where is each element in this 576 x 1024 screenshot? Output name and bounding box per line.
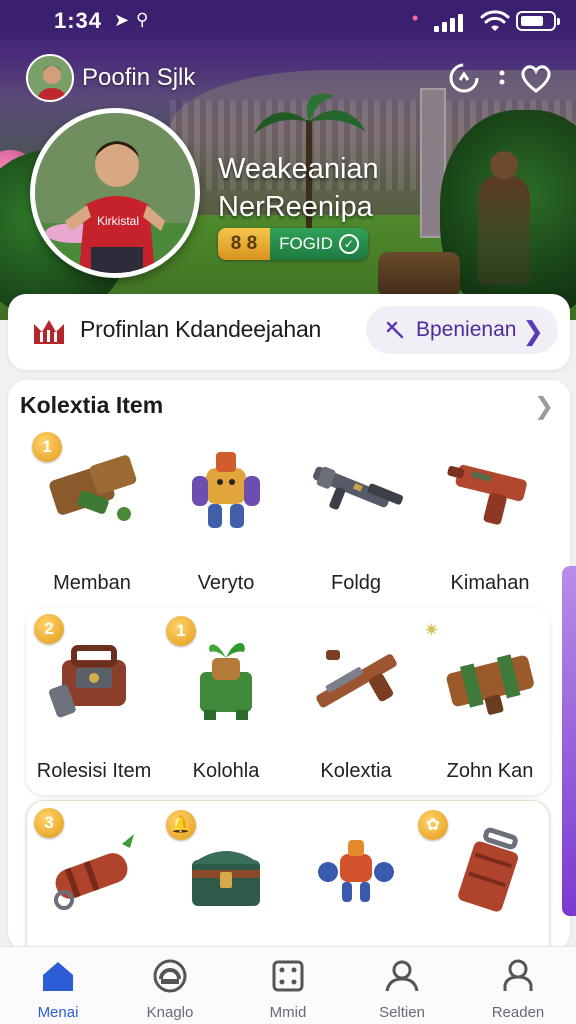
badge-status: FOGID ✓ [270,228,368,260]
mini-robot-icon [318,840,394,902]
refresh-icon[interactable] [446,60,482,96]
collection-title: Kolextia Item [20,392,164,418]
location-arrow-icon: ➤ [114,10,130,30]
profile-title: Weakeanian NerReenipa [218,150,379,226]
rank-badge: 1 [32,432,62,462]
status-bar: 1:34 ➤ ⚲ • [0,0,576,40]
profile-title-line-1: Weakeanian [218,153,379,185]
collection-item[interactable]: Kolextia [296,630,416,790]
collection-item[interactable]: Veryto [166,442,286,602]
cart-icon [458,827,519,912]
carrot-bomb-icon [54,834,134,910]
supply-crate [378,252,460,298]
check-icon: ✓ [338,234,359,254]
info-card-action-button[interactable]: Bpenienan ❯ [366,306,558,354]
info-card-title: Profinlan Kdandeejahan [80,316,322,342]
clock-time: 1:34 [54,8,103,33]
rank-badge: 1 [166,616,196,646]
nav-label: Seltien [379,1004,425,1021]
collection-item[interactable]: Zohn Kan [430,630,550,790]
brand-logo-icon [34,320,64,344]
profile-title-line-2: NerReenipa [218,191,373,223]
nav-label: Readen [491,1004,545,1021]
robot-icon [192,452,260,528]
nav-tab-person[interactable]: Seltien [352,957,452,1023]
dice-icon [272,960,304,992]
nav-tab-badge[interactable]: Knaglo [120,957,220,1023]
nav-tab-home[interactable]: Menai [8,957,108,1023]
collection-item[interactable]: Kimahan [430,442,550,602]
cellular-signal-icon [428,12,474,32]
profile-avatar-large[interactable]: Kirkistal [30,108,200,278]
person-icon [385,960,419,992]
profile-icon [503,959,533,991]
item-label: Zohn Kan [446,760,534,782]
side-panel-edge[interactable] [562,566,576,916]
chevron-right-icon[interactable]: ❯ [534,392,554,421]
badge-icon [153,959,187,993]
shotgun-icon [316,650,397,708]
profile-info-card: Profinlan Kdandeejahan Bpenienan ❯ [8,294,570,370]
chevron-right-icon: ❯ [522,316,544,346]
toolbox-icon [48,645,126,718]
collection-item[interactable]: Foldg [296,442,416,602]
wifi-icon [480,10,510,31]
plant-bot-icon [200,643,252,720]
svg-text:Kirkistal: Kirkistal [97,214,139,228]
nav-tab-dice[interactable]: Mmid [238,957,338,1023]
bell-icon: 🔔 [166,810,196,840]
item-label: Kimahan [450,572,530,594]
chest-icon [192,851,260,906]
nav-label: Knaglo [146,1004,194,1021]
cast-icon: ⚲ [136,10,149,29]
rank-badge: 2 [34,614,64,644]
soldier-character [478,151,530,285]
collection-item[interactable] [296,824,416,944]
nav-tab-profile[interactable]: Readen [468,957,568,1023]
collection-item[interactable] [34,824,154,944]
collection-item[interactable]: Rolesisi Item [34,630,154,790]
collection-item[interactable]: Memban [32,442,152,602]
heart-icon[interactable] [518,60,554,96]
profile-status-badge[interactable]: 8 8 FOGID ✓ [218,228,368,260]
battery-icon [516,11,560,31]
nav-label: Menai [37,1004,79,1021]
leaf-badge-icon: ✿ [418,810,448,840]
tag-icon [386,321,404,339]
badge-level: 8 8 [218,228,270,260]
info-card-action-label: Bpenienan [416,318,517,341]
collection-item[interactable]: Kolohla [166,630,286,790]
privacy-dot-icon: • [412,8,419,28]
user-avatar[interactable] [26,54,74,102]
nav-label: Mmid [269,1004,307,1021]
badge-status-text: FOGID [279,234,333,253]
sparkle-icon: ✷ [424,620,440,640]
collection-item[interactable] [430,824,550,944]
collection-item[interactable] [166,824,286,944]
blaster-icon [447,464,527,525]
bottom-navigation: Menai Knaglo Mmid Seltien Readen [0,946,576,1024]
username-label: Poofin Sjlk [82,64,196,91]
home-icon [43,962,73,991]
rank-badge: 3 [34,808,64,838]
launcher-icon [446,654,534,715]
rifle-icon [313,466,403,510]
